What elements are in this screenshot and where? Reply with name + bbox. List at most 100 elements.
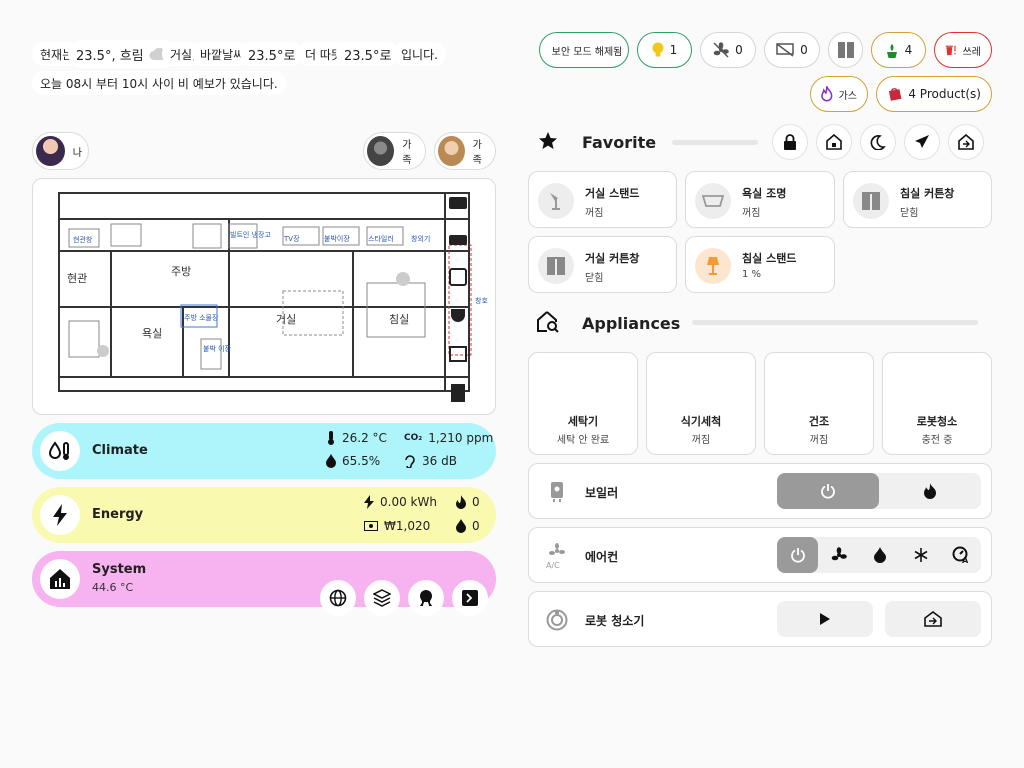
octopus-icon bbox=[420, 590, 432, 606]
products-label: 4 Product(s) bbox=[908, 87, 981, 101]
appliance-state: 충전 중 bbox=[921, 435, 953, 446]
room-label: 욕실 bbox=[142, 327, 162, 340]
plants-count: 4 bbox=[904, 43, 913, 57]
heater-off-button[interactable] bbox=[777, 473, 879, 509]
curtain-chip[interactable] bbox=[828, 32, 863, 68]
ceiling-light-icon bbox=[695, 183, 731, 219]
snowflake-icon bbox=[914, 548, 927, 562]
aircon-cool-button[interactable] bbox=[900, 537, 941, 573]
home-export-button[interactable] bbox=[948, 124, 984, 160]
person-name: 나 bbox=[72, 147, 82, 159]
lights-chip[interactable]: 1 bbox=[637, 32, 692, 68]
heater-heat-button[interactable] bbox=[879, 473, 981, 509]
appliance-robot-vacuum[interactable]: 로봇청소 충전 중 bbox=[882, 352, 992, 455]
power-icon bbox=[821, 484, 835, 499]
security-chip[interactable]: 보안 모드 해제됨 bbox=[539, 32, 629, 68]
room-label: 침실 bbox=[389, 313, 409, 326]
appliance-state: 꺼짐 bbox=[809, 435, 829, 446]
curtains-closed-icon bbox=[853, 183, 889, 219]
room-label: 거실 bbox=[276, 313, 296, 326]
tile-name: 욕실 조명 bbox=[742, 187, 787, 200]
tile-living-stand[interactable]: 거실 스탠드 꺼짐 bbox=[528, 171, 677, 228]
sofa-icon bbox=[449, 197, 467, 209]
water-percent-icon bbox=[873, 547, 886, 563]
aircon-fan-button[interactable] bbox=[818, 537, 859, 573]
person-chip-2[interactable]: 가족 bbox=[363, 132, 426, 170]
energy-card[interactable]: Energy 0.00 kWh 0 ₩1,020 0 bbox=[32, 487, 496, 543]
tile-bedroom-stand[interactable]: 침실 스탠드 1 % bbox=[685, 236, 835, 293]
appliance-name: 세탁기 bbox=[567, 415, 599, 428]
room-label: 창외기 bbox=[411, 234, 430, 243]
trash-chip[interactable]: 쓰레 bbox=[934, 32, 992, 68]
room-label: 창호 bbox=[475, 297, 488, 305]
night-mode-button[interactable] bbox=[860, 124, 896, 160]
screens-chip[interactable]: 0 bbox=[764, 32, 820, 68]
aircon-off-button[interactable] bbox=[777, 537, 818, 573]
co2-icon: CO₂ bbox=[404, 433, 423, 443]
avatar bbox=[367, 136, 395, 166]
weather-text-7: 입니다. bbox=[393, 42, 446, 66]
climate-co2: CO₂ 1,210 ppm bbox=[404, 431, 494, 445]
tile-state: 꺼짐 bbox=[742, 208, 761, 219]
plant-icon bbox=[886, 44, 897, 58]
tile-name: 침실 커튼창 bbox=[900, 187, 955, 200]
airplane-icon bbox=[915, 135, 929, 148]
robot-dock-button[interactable] bbox=[885, 601, 981, 637]
room-label: 현관 bbox=[67, 272, 87, 285]
appliance-dryer[interactable]: 건조 꺼짐 bbox=[764, 352, 874, 455]
web-button[interactable] bbox=[320, 580, 356, 616]
fire-icon bbox=[456, 495, 466, 509]
lock-button[interactable] bbox=[772, 124, 808, 160]
appliance-washer[interactable]: 세탁기 세탁 안 완료 bbox=[528, 352, 638, 455]
robot-vacuum-control[interactable]: 로봇 청소기 bbox=[528, 591, 992, 647]
tile-bedroom-curtain[interactable]: 침실 커튼창 닫힘 bbox=[843, 171, 992, 228]
lightbulb-icon bbox=[652, 42, 664, 57]
light-bulb-icon bbox=[396, 272, 410, 286]
room-label: 주방 bbox=[171, 265, 191, 278]
appliance-dishwasher[interactable]: 식기세척 꺼짐 bbox=[646, 352, 756, 455]
package-button[interactable] bbox=[364, 580, 400, 616]
robot-start-button[interactable] bbox=[777, 601, 873, 637]
home-analytics-icon bbox=[40, 559, 80, 599]
products-chip[interactable]: 4 Product(s) bbox=[876, 76, 992, 112]
tile-living-curtain[interactable]: 거실 커튼창 닫힘 bbox=[528, 236, 677, 293]
terminal-icon bbox=[462, 590, 478, 606]
octopus-button[interactable] bbox=[408, 580, 444, 616]
svg-text:A/C: A/C bbox=[546, 561, 560, 569]
play-icon bbox=[820, 613, 830, 625]
monitor-off-icon bbox=[776, 43, 794, 57]
fan-icon bbox=[831, 547, 847, 561]
svg-text:A: A bbox=[962, 556, 969, 564]
power-icon bbox=[790, 548, 805, 563]
floorplan-drawing: 현관 주방 거실 침실 욕실 현관창 빌트인 냉장고 TV장 붙박이장 스타일러… bbox=[58, 192, 488, 402]
plants-chip[interactable]: 4 bbox=[871, 32, 926, 68]
person-chip-1[interactable]: 나 bbox=[32, 132, 89, 170]
weather-text-6: 23.5°로 bbox=[336, 42, 400, 66]
tile-name: 거실 커튼창 bbox=[585, 252, 640, 265]
climate-card[interactable]: Climate 26.2 °C CO₂ 1,210 ppm 65.5% 36 d… bbox=[32, 423, 496, 479]
fans-chip[interactable]: 0 bbox=[700, 32, 756, 68]
person-chip-3[interactable]: 가족 bbox=[434, 132, 496, 170]
terminal-button[interactable] bbox=[452, 580, 488, 616]
appliance-state: 꺼짐 bbox=[691, 435, 711, 446]
thermometer-icon bbox=[328, 431, 334, 445]
aircon-auto-button[interactable]: A bbox=[941, 537, 981, 573]
aircon-control[interactable]: A/C 에어컨 A bbox=[528, 527, 992, 583]
floorplan[interactable]: 현관 주방 거실 침실 욕실 현관창 빌트인 냉장고 TV장 붙박이장 스타일러… bbox=[32, 178, 496, 415]
room-label: 주방 소물장 bbox=[184, 313, 219, 322]
forecast-text: 오늘 08시 부터 10시 사이 비 예보가 있습니다. bbox=[32, 71, 286, 95]
heater-control[interactable]: 보일러 bbox=[528, 463, 992, 519]
system-title: System bbox=[92, 562, 147, 577]
room-label: 붙박 이장 bbox=[203, 344, 232, 353]
avatar bbox=[438, 136, 465, 166]
person-name: 가족 bbox=[402, 140, 412, 166]
water-percent-icon bbox=[326, 454, 336, 468]
oven-icon bbox=[449, 268, 467, 286]
tile-bath-light[interactable]: 욕실 조명 꺼짐 bbox=[685, 171, 835, 228]
away-mode-button[interactable] bbox=[904, 124, 940, 160]
person-name: 가족 bbox=[472, 140, 482, 166]
home-mode-button[interactable] bbox=[816, 124, 852, 160]
gas-chip[interactable]: 가스 bbox=[810, 76, 868, 112]
aircon-dry-button[interactable] bbox=[859, 537, 900, 573]
favorite-title: Favorite bbox=[582, 133, 657, 152]
